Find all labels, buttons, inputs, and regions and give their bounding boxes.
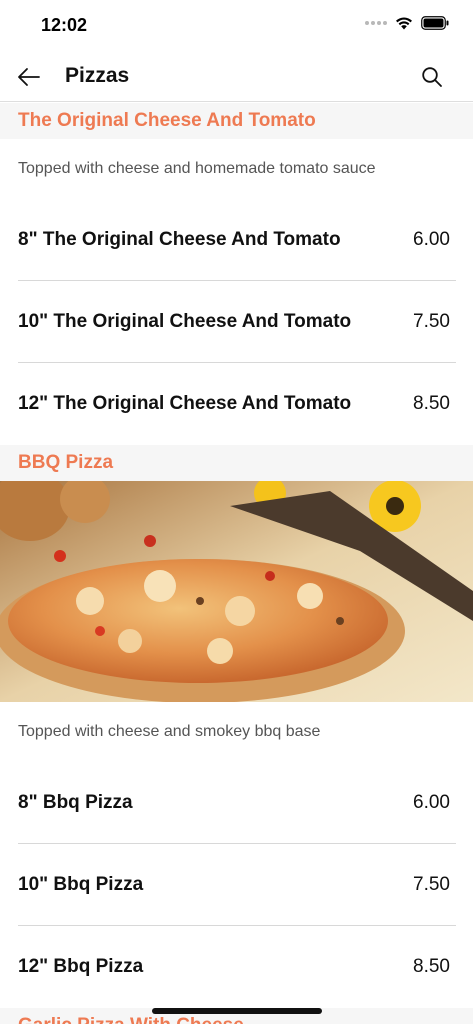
menu-item-price: 8.50 (413, 956, 450, 977)
section-header: The Original Cheese And Tomato (0, 103, 473, 139)
search-button[interactable] (418, 63, 446, 91)
app-bar: Pizzas (0, 52, 473, 102)
menu-list: The Original Cheese And Tomato Topped wi… (0, 103, 473, 1024)
pizza-photo (0, 481, 473, 702)
status-icons (365, 16, 449, 30)
menu-item-name: 12" Bbq Pizza (18, 956, 144, 977)
menu-item-name: 10" The Original Cheese And Tomato (18, 310, 352, 332)
status-bar: 12:02 (0, 0, 473, 52)
menu-item-name: 10" Bbq Pizza (18, 873, 144, 895)
section-title: BBQ Pizza (18, 452, 114, 473)
menu-item-row[interactable]: 10" The Original Cheese And Tomato 7.50 (18, 281, 456, 363)
search-icon (422, 67, 442, 87)
section-header: BBQ Pizza (0, 445, 473, 481)
menu-item-row[interactable]: 10" Bbq Pizza 7.50 (18, 844, 456, 926)
section-description: Topped with cheese and smokey bbq base (0, 702, 473, 762)
menu-item-row[interactable]: 12" Bbq Pizza 8.50 (18, 926, 456, 1008)
cellular-signal-icon (365, 21, 387, 25)
menu-item-name: 8" Bbq Pizza (18, 791, 133, 813)
home-indicator[interactable] (152, 1008, 322, 1014)
arrow-left-icon (18, 68, 40, 86)
menu-item-price: 8.50 (413, 393, 450, 414)
section-description: Topped with cheese and homemade tomato s… (0, 139, 473, 199)
menu-item-price: 6.00 (413, 228, 450, 250)
wifi-icon (395, 16, 413, 30)
menu-item-row[interactable]: 12" The Original Cheese And Tomato 8.50 (18, 363, 456, 445)
menu-item-price: 7.50 (413, 873, 450, 895)
section-title: Garlic Pizza With Cheese (18, 1015, 244, 1024)
battery-icon (421, 16, 449, 30)
back-button[interactable] (14, 62, 44, 92)
menu-item-name: 8" The Original Cheese And Tomato (18, 228, 341, 250)
menu-item-row[interactable]: 8" The Original Cheese And Tomato 6.00 (18, 199, 456, 281)
menu-item-price: 6.00 (413, 791, 450, 813)
status-time: 12:02 (41, 15, 88, 35)
section-title: The Original Cheese And Tomato (18, 110, 316, 131)
menu-item-price: 7.50 (413, 310, 450, 332)
menu-item-row[interactable]: 8" Bbq Pizza 6.00 (18, 762, 456, 844)
menu-item-name: 12" The Original Cheese And Tomato (18, 393, 352, 414)
page-title: Pizzas (65, 64, 130, 87)
